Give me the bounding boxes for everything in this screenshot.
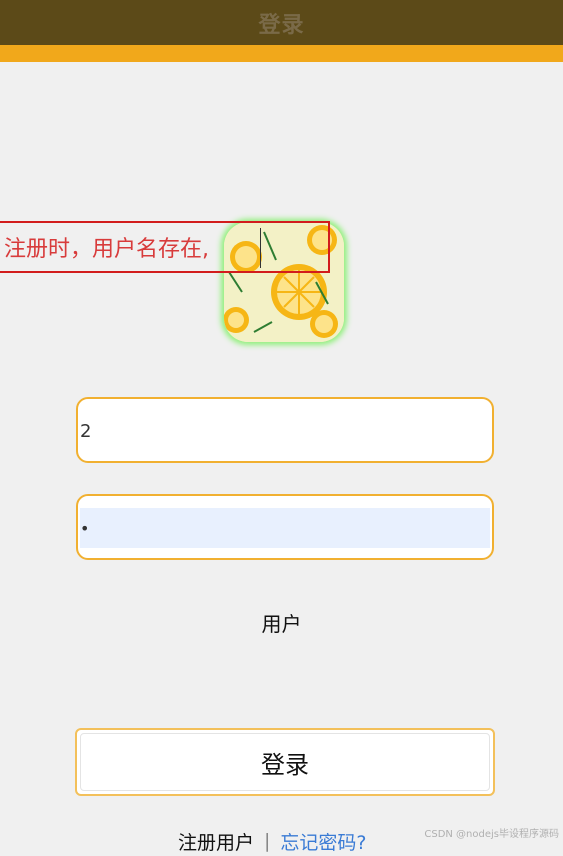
- text-cursor: [260, 228, 261, 268]
- annotation-text: 注册时，用户名存在,: [4, 237, 209, 262]
- bottom-links: 注册用户 | 忘记密码?: [178, 826, 367, 856]
- annotation-box: 注册时，用户名存在,: [0, 221, 330, 273]
- register-link[interactable]: 注册用户: [178, 828, 254, 855]
- watermark: CSDN @nodejs毕设程序源码: [424, 829, 559, 840]
- password-field[interactable]: [76, 494, 494, 560]
- password-input[interactable]: [80, 508, 490, 548]
- forgot-password-link[interactable]: 忘记密码?: [280, 828, 366, 855]
- username-field[interactable]: [76, 397, 494, 463]
- top-bar: 登录: [0, 0, 563, 45]
- username-input[interactable]: [80, 411, 490, 451]
- accent-strip: [0, 45, 563, 62]
- role-label[interactable]: 用户: [0, 608, 563, 637]
- login-button[interactable]: 登录: [75, 728, 495, 796]
- page-title: 登录: [258, 12, 305, 38]
- link-separator: |: [264, 830, 271, 852]
